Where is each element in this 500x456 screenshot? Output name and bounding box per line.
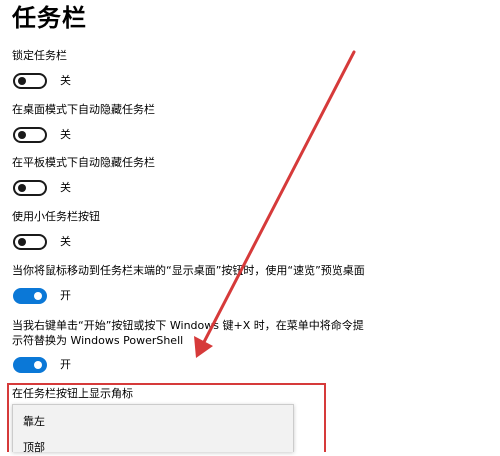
toggle-knob (18, 131, 26, 139)
toggle-knob (18, 77, 26, 85)
toggle-knob (34, 361, 42, 369)
toggle-state-autohide-tablet: 关 (60, 181, 71, 194)
toggle-knob (18, 184, 26, 192)
setting-label-lock-taskbar: 锁定任务栏 (12, 49, 67, 62)
toggle-knob (18, 238, 26, 246)
setting-label-badge: 在任务栏按钮上显示角标 (12, 387, 133, 400)
toggle-state-peek: 开 (60, 289, 71, 302)
toggle-knob (34, 292, 42, 300)
toggle-state-powershell: 开 (60, 358, 71, 371)
setting-label-autohide-tablet: 在平板模式下自动隐藏任务栏 (12, 156, 155, 169)
setting-label-autohide-desktop: 在桌面模式下自动隐藏任务栏 (12, 103, 155, 116)
toggle-autohide-tablet[interactable] (13, 180, 47, 196)
toggle-state-autohide-desktop: 关 (60, 128, 71, 141)
toggle-peek[interactable] (13, 288, 47, 304)
setting-label-powershell-line1: 当我右键单击“开始”按钮或按下 Windows 键+X 时，在菜单中将命令提 (12, 319, 364, 332)
toggle-state-small-buttons: 关 (60, 235, 71, 248)
toggle-autohide-desktop[interactable] (13, 127, 47, 143)
toggle-small-buttons[interactable] (13, 234, 47, 250)
setting-label-powershell-line2: 示符替换为 Windows PowerShell (12, 334, 184, 347)
dropdown-option-top[interactable]: 顶部 (23, 440, 45, 456)
toggle-powershell[interactable] (13, 357, 47, 373)
page-title: 任务栏 (12, 4, 87, 32)
toggle-state-lock-taskbar: 关 (60, 74, 71, 87)
position-dropdown-list[interactable]: 靠左 顶部 (12, 404, 294, 454)
dropdown-option-left[interactable]: 靠左 (23, 414, 45, 430)
toggle-lock-taskbar[interactable] (13, 73, 47, 89)
setting-label-small-buttons: 使用小任务栏按钮 (12, 210, 100, 223)
setting-label-peek: 当你将鼠标移动到任务栏末端的“显示桌面”按钮时，使用“速览”预览桌面 (12, 264, 365, 277)
